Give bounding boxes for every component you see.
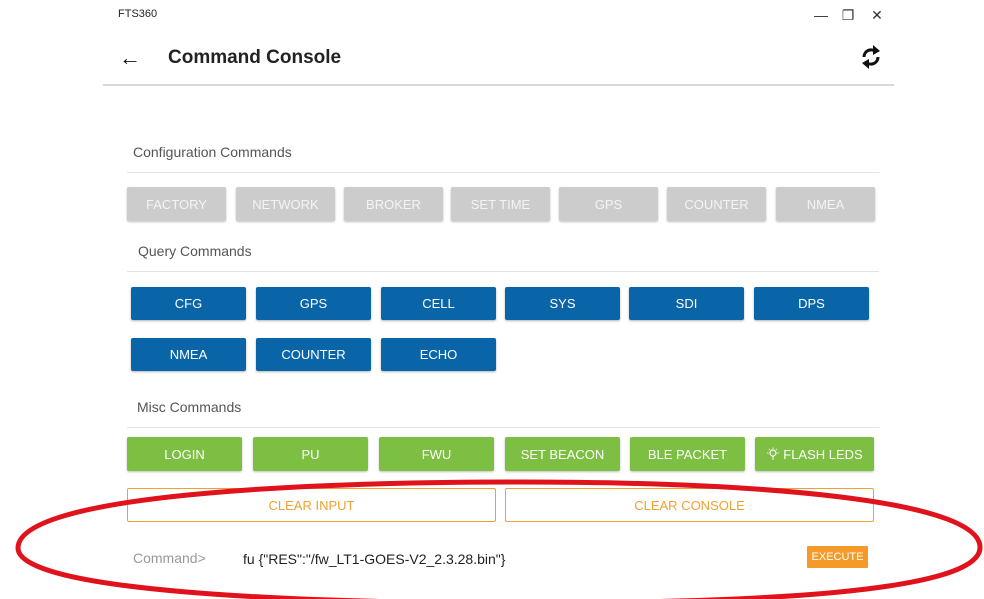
clear-console-button[interactable]: CLEAR CONSOLE [505,488,874,522]
flash-leds-label: FLASH LEDS [783,446,863,462]
config-factory-button[interactable]: FACTORY [127,187,226,221]
section-divider [127,172,879,173]
query-sdi-button[interactable]: SDI [629,287,744,320]
query-dps-button[interactable]: DPS [754,287,869,320]
query-cell-button[interactable]: CELL [381,287,496,320]
misc-commands-heading: Misc Commands [137,399,242,415]
config-broker-button[interactable]: BROKER [344,187,443,221]
restore-button[interactable]: ❐ [833,4,863,26]
misc-ble-packet-button[interactable]: BLE PACKET [630,437,745,471]
config-nmea-button[interactable]: NMEA [776,187,875,221]
config-gps-button[interactable]: GPS [559,187,658,221]
misc-flash-leds-button[interactable]: FLASH LEDS [755,437,874,471]
section-divider [127,271,879,272]
window-title: FTS360 [118,8,158,20]
query-commands-heading: Query Commands [138,243,252,259]
refresh-icon[interactable] [856,42,886,72]
misc-pu-button[interactable]: PU [253,437,368,471]
page-title: Command Console [168,47,342,68]
clear-input-button[interactable]: CLEAR INPUT [127,488,496,522]
lightbulb-icon [766,447,780,461]
section-divider [127,427,879,428]
execute-button[interactable]: EXECUTE [807,546,868,568]
query-sys-button[interactable]: SYS [505,287,620,320]
misc-set-beacon-button[interactable]: SET BEACON [505,437,620,471]
configuration-commands-heading: Configuration Commands [133,144,292,160]
misc-login-button[interactable]: LOGIN [127,437,242,471]
header-divider [103,84,894,86]
query-nmea-button[interactable]: NMEA [131,338,246,371]
command-input[interactable] [243,549,783,569]
query-gps-button[interactable]: GPS [256,287,371,320]
config-counter-button[interactable]: COUNTER [667,187,766,221]
minimize-button[interactable]: — [806,4,836,26]
command-prompt-label: Command> [133,550,206,566]
config-network-button[interactable]: NETWORK [236,187,335,221]
query-counter-button[interactable]: COUNTER [256,338,371,371]
misc-fwu-button[interactable]: FWU [379,437,494,471]
query-echo-button[interactable]: ECHO [381,338,496,371]
close-button[interactable]: ✕ [862,4,892,26]
config-set-time-button[interactable]: SET TIME [451,187,550,221]
back-arrow-icon[interactable]: ← [116,44,144,72]
query-cfg-button[interactable]: CFG [131,287,246,320]
